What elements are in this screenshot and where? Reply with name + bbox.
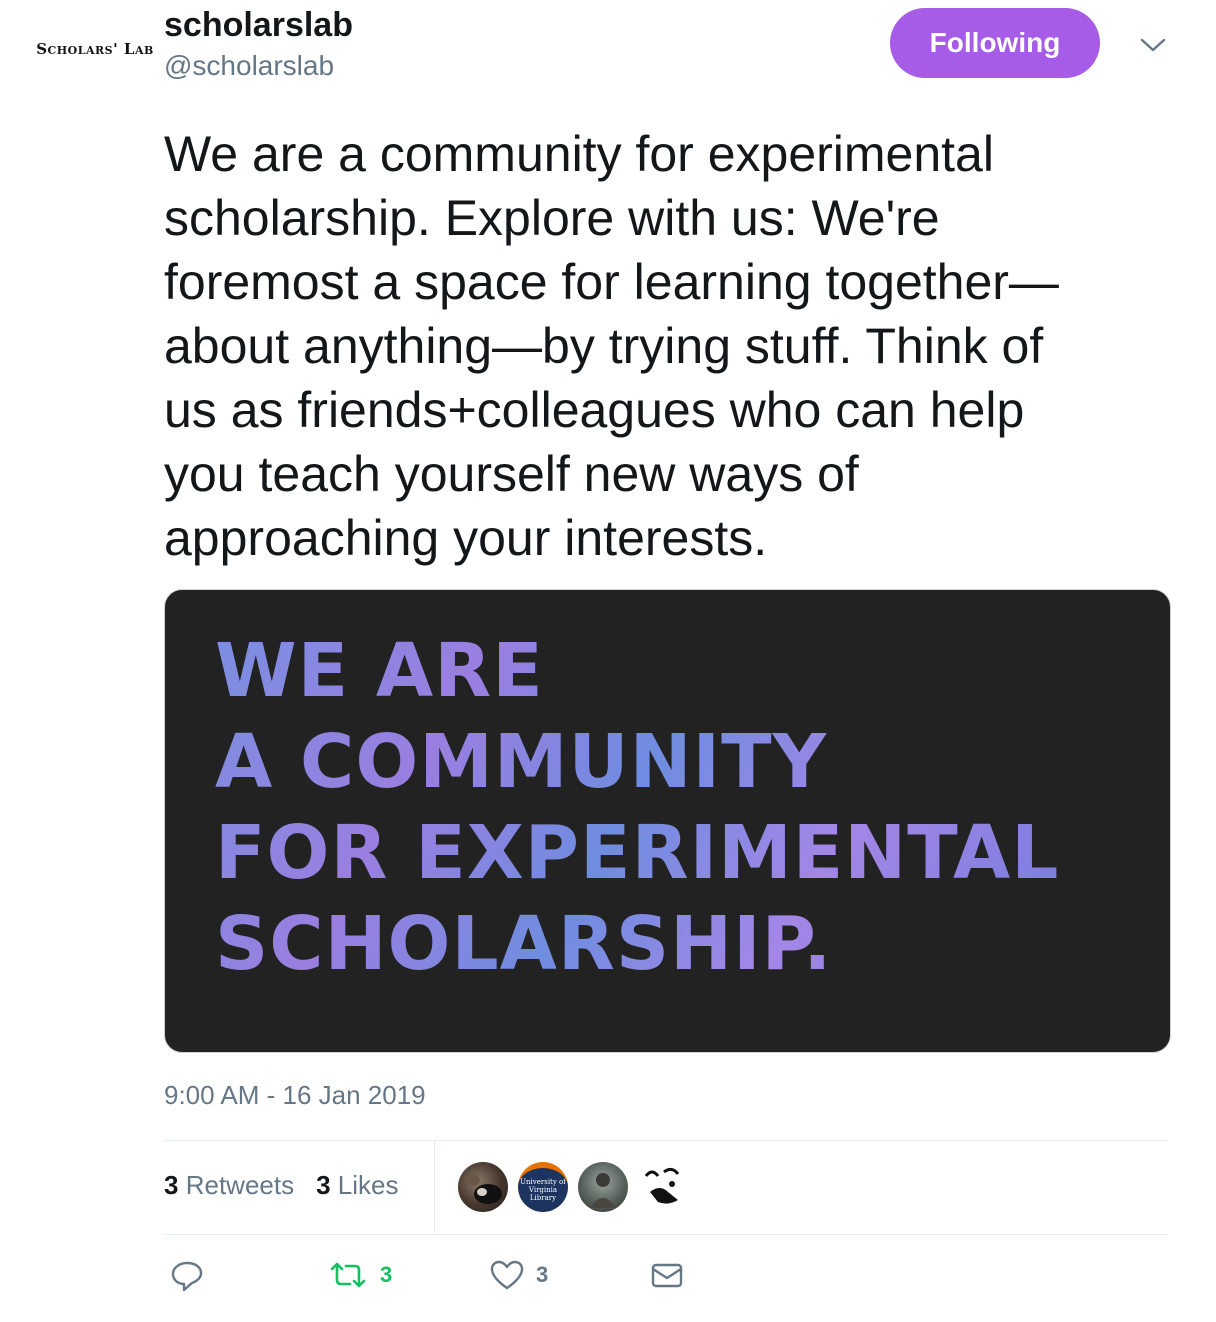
likes-stat[interactable]: 3 Likes: [316, 1170, 398, 1201]
divider-bottom: [164, 1234, 1168, 1235]
dog-icon: [468, 1174, 502, 1204]
media-image-text: WE ARE A COMMUNITY FOR EXPERIMENTAL SCHO…: [215, 626, 1155, 990]
direct-message-button[interactable]: [650, 1260, 684, 1290]
stats-separator: [434, 1141, 435, 1233]
avatar-logo-text: Scholars' Lab: [36, 40, 154, 58]
likes-label: Likes: [337, 1170, 399, 1200]
engagement-stats: 3 Retweets 3 Likes: [164, 1170, 399, 1201]
following-button[interactable]: Following: [890, 8, 1100, 78]
retweet-count: 3: [380, 1262, 393, 1287]
more-options-caret[interactable]: [1138, 30, 1168, 60]
retweet-icon: [330, 1262, 366, 1288]
tweet-actions: 3 3: [164, 1260, 764, 1304]
uva-library-text: University of Virginia Library: [520, 1178, 566, 1202]
display-name[interactable]: scholarslab: [164, 6, 353, 45]
person-photo-avatar[interactable]: [578, 1162, 628, 1212]
envelope-icon: [651, 1263, 683, 1288]
person-icon: [590, 1173, 616, 1208]
reply-icon: [171, 1261, 203, 1292]
divider-top: [164, 1140, 1168, 1141]
like-button[interactable]: 3: [490, 1260, 548, 1290]
sketch-face-icon: [644, 1167, 680, 1204]
liked-by-avatars: University of Virginia Library: [458, 1162, 688, 1212]
chevron-down-icon: [1140, 38, 1166, 52]
dog-photo-avatar[interactable]: [458, 1162, 508, 1212]
retweets-count: 3: [164, 1170, 179, 1200]
tweet-text: We are a community for experimental scho…: [164, 126, 1059, 566]
retweets-label: Retweets: [185, 1170, 295, 1200]
uva-library-avatar[interactable]: University of Virginia Library: [518, 1162, 568, 1212]
retweet-button[interactable]: 3: [328, 1260, 392, 1290]
heart-icon: [490, 1260, 524, 1290]
line-drawing-avatar[interactable]: [638, 1162, 688, 1212]
retweets-stat[interactable]: 3 Retweets: [164, 1170, 294, 1201]
reply-button[interactable]: [170, 1260, 204, 1292]
user-handle[interactable]: @scholarslab: [164, 50, 334, 82]
tweet-media-image[interactable]: WE ARE A COMMUNITY FOR EXPERIMENTAL SCHO…: [164, 589, 1171, 1053]
profile-avatar[interactable]: Scholars' Lab: [36, 4, 153, 94]
like-count: 3: [536, 1262, 549, 1287]
tweet-timestamp[interactable]: 9:00 AM - 16 Jan 2019: [164, 1080, 426, 1111]
likes-count: 3: [316, 1170, 331, 1200]
